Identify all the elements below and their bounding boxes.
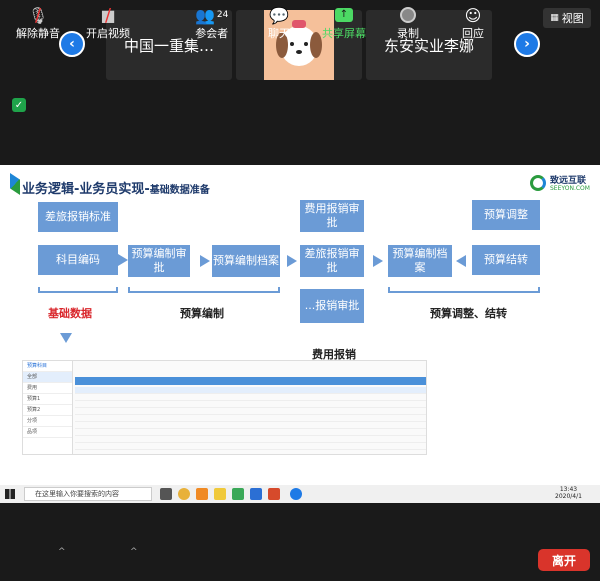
meeting-toolbar — [0, 537, 600, 581]
table-row — [75, 443, 426, 450]
participants-icon: 👥 24 — [195, 5, 229, 25]
logo-mark — [10, 173, 20, 195]
bracket — [388, 287, 540, 293]
bracket — [38, 287, 118, 293]
record-icon — [400, 5, 416, 25]
chat-button[interactable]: 💬 聊天 — [268, 5, 290, 41]
table-row — [75, 415, 426, 422]
table-row — [75, 429, 426, 436]
task-view-icon — [160, 488, 172, 500]
clock: 13:43 2020/4/1 — [555, 486, 582, 500]
participants-button[interactable]: 👥 24 参会者 — [195, 5, 228, 41]
mute-button[interactable]: 🎙 / 解除静音 — [16, 5, 60, 41]
table-row — [75, 408, 426, 415]
shared-taskbar: 在这里输入你要搜索的内容 13:43 2020/4/1 — [0, 485, 600, 503]
leave-button[interactable]: 离开 — [538, 549, 590, 571]
share-screen-button[interactable]: ↑ 共享屏幕 — [322, 5, 366, 41]
arrow-left — [456, 255, 466, 267]
box-subject-code: 科目编码 — [38, 245, 118, 275]
arrow-right — [118, 254, 128, 266]
mic-muted-icon: 🎙 / — [27, 4, 49, 26]
brand-logo: 致远互联 SEEYON.COM — [530, 173, 590, 195]
box-budget-archive-2: 预算编制档案 — [388, 245, 452, 277]
box-misc-review: ...报销审批 — [300, 289, 364, 323]
emoji-icon: ☺ — [464, 5, 482, 25]
bracket — [128, 287, 280, 293]
video-button[interactable]: ■ / 开启视频 — [86, 5, 130, 41]
record-button[interactable]: 录制 — [397, 5, 419, 41]
video-off-icon: ■ / — [100, 4, 116, 26]
table-row — [75, 422, 426, 429]
chat-icon: 💬 — [269, 5, 289, 25]
reactions-button[interactable]: ☺ 回应 — [462, 5, 484, 41]
shared-screen: 业务逻辑-业务员实现-基础数据准备 致远互联 SEEYON.COM 差旅报销标准… — [0, 165, 600, 485]
view-button[interactable]: ▦ 视图 — [543, 8, 591, 28]
arrow-right — [287, 255, 297, 267]
app-icon — [250, 488, 262, 500]
label-budget-prep: 预算编制 — [180, 307, 224, 320]
label-budget-adjust-carry: 预算调整、结转 — [430, 307, 507, 320]
label-basic-data: 基础数据 — [48, 307, 92, 320]
arrow-down — [60, 333, 72, 343]
shield-icon[interactable]: ✓ — [12, 98, 26, 112]
app-icon — [232, 488, 244, 500]
box-budget-carry: 预算结转 — [472, 245, 540, 275]
box-budget-archive: 预算编制档案 — [212, 245, 280, 277]
prev-page-button[interactable]: ‹ — [59, 31, 85, 57]
table-row — [75, 436, 426, 443]
table-row — [75, 394, 426, 401]
taskbar-search-input: 在这里输入你要搜索的内容 — [24, 487, 152, 501]
app-icon — [196, 488, 208, 500]
folder-icon — [214, 488, 226, 500]
chevron-up-icon[interactable]: ^ — [130, 547, 138, 557]
grid-icon: ▦ — [550, 13, 559, 23]
table-row — [75, 387, 426, 394]
chrome-icon — [178, 488, 190, 500]
table-row — [75, 401, 426, 408]
share-icon: ↑ — [335, 5, 353, 25]
windows-icon — [5, 489, 15, 499]
embedded-app-screenshot: 预算科目 全部 费用 预算1 预算2 分项 品项 — [22, 360, 427, 455]
chevron-right-icon: › — [524, 36, 530, 52]
zoom-icon — [290, 488, 302, 500]
chevron-up-icon[interactable]: ^ — [58, 547, 66, 557]
box-budget-review: 预算编制审批 — [128, 245, 190, 277]
box-travel-review: 差旅报销审批 — [300, 245, 364, 277]
arrow-right — [200, 255, 210, 267]
box-expense-review: 费用报销审批 — [300, 200, 364, 232]
app-icon — [268, 488, 280, 500]
table-header — [75, 377, 426, 385]
chevron-left-icon: ‹ — [69, 36, 75, 52]
slide-title: 业务逻辑-业务员实现-基础数据准备 — [22, 182, 210, 197]
arrow-right — [373, 255, 383, 267]
next-page-button[interactable]: › — [514, 31, 540, 57]
box-budget-adjust: 预算调整 — [472, 200, 540, 230]
box-travel-standard: 差旅报销标准 — [38, 202, 118, 232]
